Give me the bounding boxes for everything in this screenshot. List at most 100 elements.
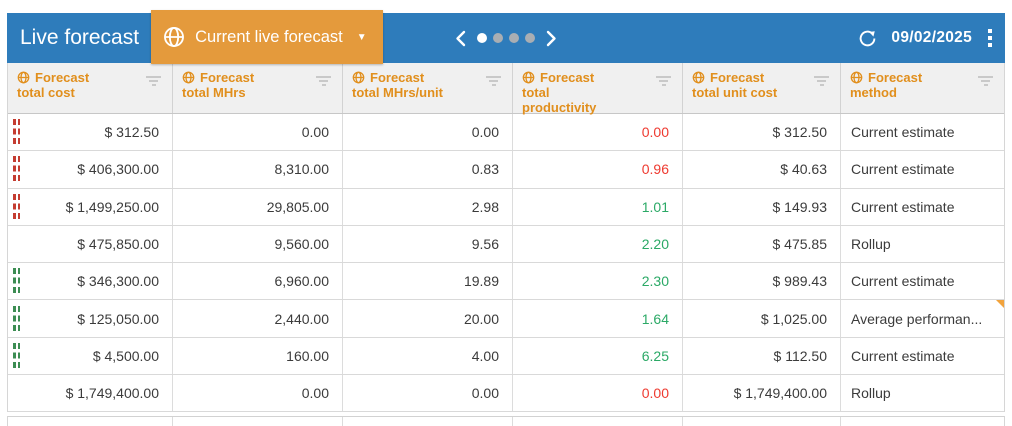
column-label: Forecast (35, 70, 89, 85)
grid-body: $ 312.500.000.000.00$ 312.50Current esti… (8, 114, 1004, 412)
filter-icon[interactable] (314, 74, 333, 88)
cell-forecast-total-mhrs[interactable]: 160.00 (173, 338, 343, 374)
cell-forecast-method[interactable]: Current estimate (841, 189, 1004, 225)
cell-forecast-total-mhrs[interactable]: 6,960.00 (173, 263, 343, 299)
cell-forecast-method[interactable]: Current estimate (841, 151, 1004, 187)
cell-forecast-total-mhrs-unit[interactable]: 4.00 (343, 338, 513, 374)
table-row: $ 312.500.000.000.00$ 312.50Current esti… (8, 114, 1004, 151)
cell-forecast-total-mhrs-unit[interactable]: 2.98 (343, 189, 513, 225)
cell-forecast-total-productivity[interactable]: 2.30 (513, 263, 683, 299)
row-status-indicator (13, 156, 20, 182)
dropdown-selected-value: Current live forecast (195, 28, 343, 47)
globe-icon (692, 71, 705, 84)
cell-forecast-total-mhrs-unit[interactable]: 0.00 (343, 375, 513, 411)
cell-forecast-total-unit-cost[interactable]: $ 1,749,400.00 (683, 375, 841, 411)
cell-forecast-total-mhrs-unit[interactable]: 19.89 (343, 263, 513, 299)
column-label: Forecast (370, 70, 424, 85)
partial-cell (173, 417, 343, 426)
pager-dot[interactable] (509, 33, 519, 43)
column-header-forecast-total-mhrs[interactable]: Forecasttotal MHrs (173, 63, 343, 113)
cell-forecast-total-productivity[interactable]: 0.00 (513, 114, 683, 150)
forecast-selector-dropdown[interactable]: Current live forecast ▼ (151, 10, 383, 64)
globe-icon (352, 71, 365, 84)
cell-forecast-total-mhrs-unit[interactable]: 0.83 (343, 151, 513, 187)
refresh-button[interactable] (857, 28, 878, 49)
cell-forecast-total-mhrs-unit[interactable]: 9.56 (343, 226, 513, 262)
cell-forecast-total-productivity[interactable]: 6.25 (513, 338, 683, 374)
prev-page-button[interactable] (453, 28, 468, 49)
cell-forecast-method[interactable]: Current estimate (841, 338, 1004, 374)
pager-dot[interactable] (477, 33, 487, 43)
cell-forecast-total-cost[interactable]: $ 4,500.00 (8, 338, 173, 374)
cell-forecast-total-mhrs[interactable]: 9,560.00 (173, 226, 343, 262)
partial-cell (683, 417, 841, 426)
cell-forecast-method[interactable]: Average performan... (841, 300, 1004, 336)
cell-forecast-total-cost[interactable]: $ 1,499,250.00 (8, 189, 173, 225)
cell-forecast-total-cost[interactable]: $ 475,850.00 (8, 226, 173, 262)
filter-icon[interactable] (654, 74, 673, 88)
column-label: Forecast (540, 70, 594, 85)
cell-forecast-method[interactable]: Rollup (841, 375, 1004, 411)
cell-forecast-total-productivity[interactable]: 0.00 (513, 375, 683, 411)
partial-cell (343, 417, 513, 426)
cell-forecast-total-productivity[interactable]: 1.01 (513, 189, 683, 225)
cell-forecast-total-unit-cost[interactable]: $ 112.50 (683, 338, 841, 374)
table-row: $ 475,850.009,560.009.562.20$ 475.85Roll… (8, 226, 1004, 263)
kebab-menu-icon[interactable] (985, 27, 995, 49)
filter-icon[interactable] (144, 74, 163, 88)
cell-forecast-total-productivity[interactable]: 2.20 (513, 226, 683, 262)
column-label: total MHrs/unit (352, 85, 443, 100)
column-label: Forecast (200, 70, 254, 85)
column-header-forecast-method[interactable]: Forecastmethod (841, 63, 1004, 113)
pager-dot[interactable] (493, 33, 503, 43)
table-row: $ 346,300.006,960.0019.892.30$ 989.43Cur… (8, 263, 1004, 300)
column-header-forecast-total-productivity[interactable]: Forecasttotalproductivity (513, 63, 683, 113)
column-label: total cost (17, 85, 75, 100)
cell-forecast-method[interactable]: Rollup (841, 226, 1004, 262)
grid-header: Forecasttotal costForecasttotal MHrsFore… (8, 63, 1004, 114)
cell-forecast-method[interactable]: Current estimate (841, 263, 1004, 299)
globe-icon (163, 26, 185, 48)
title-bar: Live forecast Current live forecast ▼ (7, 13, 1005, 63)
table-row: $ 1,499,250.0029,805.002.981.01$ 149.93C… (8, 189, 1004, 226)
column-label: total (522, 85, 549, 100)
cell-forecast-total-mhrs[interactable]: 0.00 (173, 114, 343, 150)
partial-cell (841, 417, 1004, 426)
next-page-button[interactable] (544, 28, 559, 49)
cell-forecast-total-unit-cost[interactable]: $ 312.50 (683, 114, 841, 150)
column-header-forecast-total-mhrs-unit[interactable]: Forecasttotal MHrs/unit (343, 63, 513, 113)
column-header-forecast-total-unit-cost[interactable]: Forecasttotal unit cost (683, 63, 841, 113)
cell-forecast-total-mhrs-unit[interactable]: 0.00 (343, 114, 513, 150)
cell-forecast-total-unit-cost[interactable]: $ 149.93 (683, 189, 841, 225)
cell-note-marker (996, 300, 1004, 308)
filter-icon[interactable] (812, 74, 831, 88)
pager-dot[interactable] (525, 33, 535, 43)
partial-cell (513, 417, 683, 426)
cell-forecast-total-cost[interactable]: $ 406,300.00 (8, 151, 173, 187)
cell-forecast-total-cost[interactable]: $ 312.50 (8, 114, 173, 150)
cell-forecast-total-mhrs-unit[interactable]: 20.00 (343, 300, 513, 336)
data-date[interactable]: 09/02/2025 (891, 29, 972, 47)
filter-icon[interactable] (976, 74, 995, 88)
cell-forecast-total-cost[interactable]: $ 125,050.00 (8, 300, 173, 336)
cell-forecast-total-unit-cost[interactable]: $ 1,025.00 (683, 300, 841, 336)
column-header-forecast-total-cost[interactable]: Forecasttotal cost (8, 63, 173, 113)
row-status-indicator (13, 343, 20, 369)
chevron-down-icon: ▼ (357, 32, 367, 43)
forecast-grid: Forecasttotal costForecasttotal MHrsFore… (7, 63, 1005, 412)
cell-forecast-total-mhrs[interactable]: 0.00 (173, 375, 343, 411)
titlebar-right-group: 09/02/2025 (857, 27, 1005, 49)
cell-forecast-total-productivity[interactable]: 1.64 (513, 300, 683, 336)
cell-forecast-total-unit-cost[interactable]: $ 475.85 (683, 226, 841, 262)
cell-forecast-total-cost[interactable]: $ 1,749,400.00 (8, 375, 173, 411)
cell-forecast-total-mhrs[interactable]: 8,310.00 (173, 151, 343, 187)
cell-forecast-total-mhrs[interactable]: 29,805.00 (173, 189, 343, 225)
cell-forecast-total-cost[interactable]: $ 346,300.00 (8, 263, 173, 299)
cell-forecast-total-unit-cost[interactable]: $ 989.43 (683, 263, 841, 299)
cell-forecast-total-mhrs[interactable]: 2,440.00 (173, 300, 343, 336)
cell-forecast-total-unit-cost[interactable]: $ 40.63 (683, 151, 841, 187)
filter-icon[interactable] (484, 74, 503, 88)
cell-forecast-method[interactable]: Current estimate (841, 114, 1004, 150)
cell-forecast-total-productivity[interactable]: 0.96 (513, 151, 683, 187)
row-status-indicator (13, 306, 20, 332)
